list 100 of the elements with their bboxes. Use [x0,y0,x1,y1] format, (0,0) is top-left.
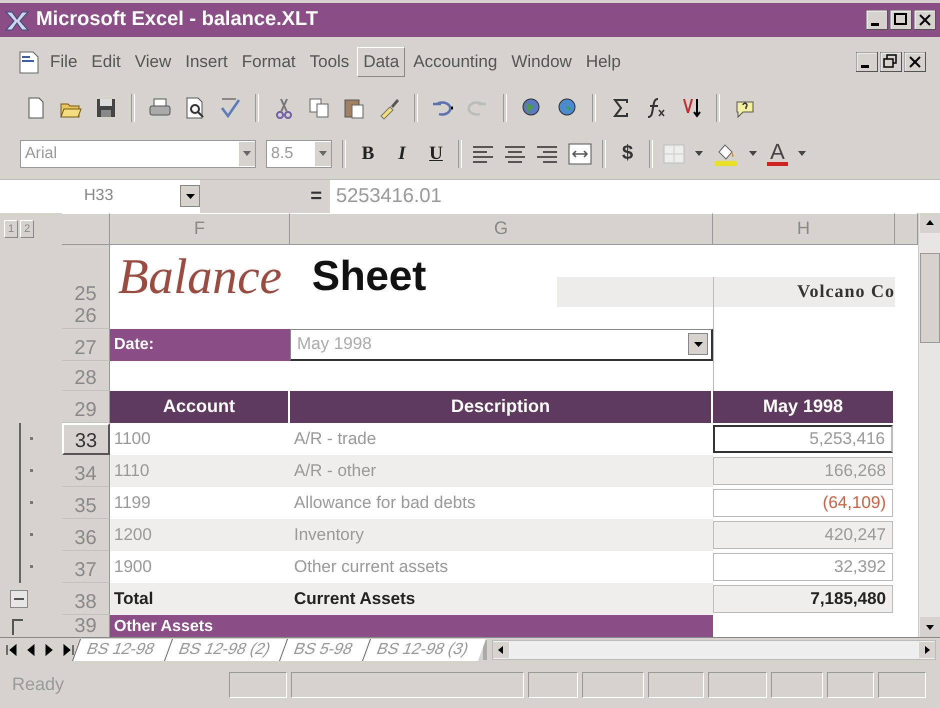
row-header[interactable]: 38 [62,582,110,615]
status-panel [648,672,704,698]
scroll-up-icon[interactable] [920,212,940,233]
sheet-tab[interactable]: BS 5-98 [279,638,370,661]
merge-center-icon[interactable] [568,142,592,165]
row-header[interactable]: 29 [62,390,110,423]
vertical-scrollbar[interactable] [918,212,940,638]
menu-item[interactable]: Accounting [407,46,504,77]
amount-cell: 420,247 [713,520,893,549]
row-header[interactable]: 37 [62,550,110,583]
row-header[interactable]: 35 [62,486,110,519]
row-header[interactable]: 27 [62,328,110,361]
row-header[interactable]: 36 [62,518,110,551]
scroll-thumb[interactable] [920,252,940,343]
amount-cell: (64,109) [713,488,893,517]
dropdown-arrow-icon[interactable] [186,194,194,199]
table-cell: Inventory [290,518,713,551]
column-heading: May 1998 [713,390,895,423]
menu-item[interactable]: Edit [85,46,127,77]
amount-cell: 7,185,480 [713,584,893,613]
company-name: Volcano Co [713,276,895,307]
minimize-icon[interactable] [856,52,878,72]
restore-icon[interactable] [880,52,902,72]
table-cell-text: 1900 [113,556,153,578]
underline-button[interactable]: U [424,142,448,165]
table-cell: 1200 [110,518,290,551]
title-text: Sheet [312,252,426,300]
column-header[interactable]: F [110,212,290,245]
column-heading: Account [110,390,290,423]
menu-item[interactable]: Format [236,46,302,77]
title-text: Balance [118,246,282,305]
status-panel [708,672,767,698]
dropdown-arrow-icon[interactable] [749,151,758,156]
align-right-icon[interactable] [536,144,558,164]
status-panel [229,672,288,698]
row-header[interactable]: 33 [62,422,110,455]
row-header[interactable]: 28 [62,360,110,391]
italic-button[interactable]: I [390,142,414,165]
table-cell-text: A/R - trade [293,428,378,450]
table-cell-text: 1100 [113,428,152,450]
select-all-corner[interactable] [62,212,110,245]
align-left-icon[interactable] [472,144,494,164]
scroll-down-icon[interactable] [920,617,940,638]
collapse-button[interactable] [10,590,28,608]
row-header[interactable]: 39 [62,614,110,638]
row-header[interactable]: 34 [62,454,110,487]
formula-input[interactable]: 5253416.01 [330,184,442,208]
section-heading: Other Assets [110,614,713,638]
outline-level-button[interactable]: 2 [20,220,34,238]
status-text: Ready [12,674,66,696]
bold-button[interactable]: B [356,142,380,165]
dropdown-arrow-icon[interactable] [694,342,702,347]
status-panel [770,672,823,698]
table-cell-text: Allowance for bad debts [293,492,476,514]
menu-item[interactable]: View [128,46,178,77]
scroll-right-icon[interactable] [919,642,935,658]
sheet-tab[interactable]: BS 12-98 (2) [164,638,288,661]
minimize-icon[interactable] [866,10,888,30]
dropdown-arrow-icon[interactable] [695,151,704,156]
amount-cell: 32,392 [713,552,893,581]
minus-icon [14,598,24,600]
status-panel [528,672,578,698]
close-icon[interactable] [914,10,936,30]
menu-item[interactable]: File [44,46,84,77]
outline-level-button[interactable]: 1 [4,220,18,238]
column-header[interactable]: G [290,212,713,245]
menu-item[interactable]: Data [357,46,406,77]
maximize-icon[interactable] [890,10,912,30]
menu-item[interactable]: Window [505,46,578,77]
date-label: Date: [110,328,290,361]
outline-bracket-icon [12,618,24,635]
table-cell-text: Other current assets [293,556,450,578]
amount-cell: 166,268 [713,456,893,485]
excel-logo-icon [4,8,30,31]
copy-icon[interactable] [307,96,331,120]
currency-button[interactable]: $ [616,141,640,166]
menu-item[interactable]: Insert [179,46,234,77]
table-cell: 1110 [110,454,290,487]
font-name[interactable]: Arial [25,144,58,163]
fill-color-icon[interactable] [713,142,740,166]
status-panel [826,672,874,698]
table-cell: Total [110,582,290,615]
column-heading: Description [290,390,713,423]
menu-item[interactable]: Help [580,46,627,77]
name-box[interactable]: H33 [84,187,114,206]
font-color-button[interactable]: A [767,142,788,166]
close-icon[interactable] [904,52,926,72]
table-cell-text: 1199 [113,492,152,514]
scroll-left-icon[interactable] [492,642,509,658]
menu-item[interactable]: Tools [304,46,356,77]
date-dropdown[interactable]: May 1998 [290,328,713,361]
sheet-tab[interactable]: BS 12-98 (3) [362,638,486,661]
sheet-tab[interactable]: BS 12-98 [72,638,172,661]
window-title: Microsoft Excel - balance.XLT [36,8,319,32]
equals-sign: = [310,184,322,208]
status-panel [878,672,926,698]
spelling-icon[interactable] [218,96,242,120]
align-center-icon[interactable] [504,144,526,164]
dropdown-arrow-icon[interactable] [798,151,806,156]
column-header[interactable]: H [713,212,895,245]
